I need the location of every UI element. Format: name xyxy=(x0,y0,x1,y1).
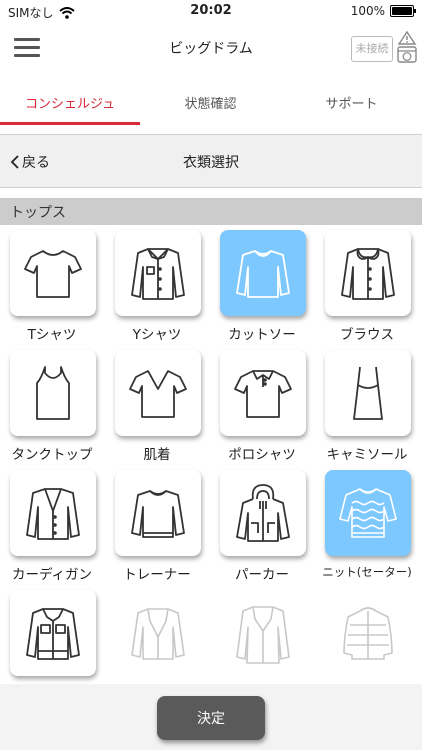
clothing-label: ブラウス xyxy=(340,327,394,343)
denim-jacket-icon xyxy=(26,608,80,660)
clothing-label: カットソー xyxy=(228,327,296,343)
clothing-tile[interactable] xyxy=(220,350,306,436)
clothing-grid: Tシャツ Yシャツ カットソー ブラウス タンクトップ 肌着 ポロシャツ キャミ… xyxy=(0,226,422,684)
tab-status[interactable]: 状態確認 xyxy=(140,78,281,124)
tab-concierge[interactable]: コンシェルジュ xyxy=(0,78,140,124)
clothing-tile xyxy=(325,590,411,676)
tab-support[interactable]: サポート xyxy=(281,78,422,124)
clothing-label: ポロシャツ xyxy=(228,447,296,463)
clothing-label: キャミソール xyxy=(326,447,408,463)
tshirt-icon xyxy=(24,250,82,298)
clothing-tile[interactable] xyxy=(115,470,201,556)
sweatshirt-icon xyxy=(131,490,185,538)
clothing-tile[interactable] xyxy=(220,470,306,556)
page-title: 衣類選択 xyxy=(183,155,239,171)
clothing-label: パーカー xyxy=(235,567,289,583)
navigation-bar: ビッグドラム 未接続 xyxy=(0,24,422,72)
sub-header: 戻る 衣類選択 xyxy=(0,135,422,188)
cutsew-icon xyxy=(236,250,290,298)
blazer-icon xyxy=(131,608,185,660)
clothing-label: 肌着 xyxy=(143,447,171,463)
undershirt-icon xyxy=(129,370,187,418)
clothing-tile[interactable] xyxy=(325,350,411,436)
clothing-tile[interactable] xyxy=(10,230,96,316)
decide-button[interactable]: 決定 xyxy=(157,696,265,740)
clothing-label: Tシャツ xyxy=(27,327,77,343)
footer-bar: 決定 xyxy=(0,684,422,750)
battery-percent: 100% xyxy=(350,4,385,18)
clothing-tile[interactable] xyxy=(10,590,96,676)
clothing-label: タンクトップ xyxy=(11,447,93,463)
clothing-tile xyxy=(115,590,201,676)
clothing-tile[interactable] xyxy=(10,350,96,436)
dress-shirt-icon xyxy=(131,248,185,300)
clothing-tile xyxy=(220,590,306,676)
clothing-tile[interactable] xyxy=(10,470,96,556)
clothing-tile[interactable] xyxy=(115,230,201,316)
coat-icon xyxy=(236,606,290,664)
clothing-label: ニット(セーター) xyxy=(322,565,412,579)
clothing-tile[interactable] xyxy=(325,230,411,316)
section-header: トップス xyxy=(0,198,422,225)
battery-icon xyxy=(390,5,416,17)
tab-bar: コンシェルジュ 状態確認 サポート xyxy=(0,78,422,124)
hoodie-icon xyxy=(236,484,290,542)
section-label: トップス xyxy=(10,205,66,221)
clothing-label: Yシャツ xyxy=(132,327,182,343)
clothing-tile[interactable] xyxy=(115,350,201,436)
active-tab-indicator xyxy=(0,122,140,125)
blouse-icon xyxy=(341,248,395,300)
connection-status-badge[interactable]: 未接続 xyxy=(351,36,393,62)
clothing-tile[interactable] xyxy=(325,470,411,556)
clothing-label: トレーナー xyxy=(123,567,191,583)
polo-shirt-icon xyxy=(234,370,292,418)
status-right: 100% xyxy=(350,4,416,18)
clothing-tile[interactable] xyxy=(220,230,306,316)
camisole-icon xyxy=(353,366,383,420)
down-jacket-icon xyxy=(343,607,393,660)
cardigan-icon xyxy=(26,488,80,540)
clothing-label: カーディガン xyxy=(11,567,93,583)
tank-top-icon xyxy=(36,366,70,420)
knit-sweater-icon xyxy=(339,488,397,538)
status-bar: SIMなし 20:02 100% xyxy=(0,0,422,24)
washer-warning-icon[interactable] xyxy=(395,30,419,64)
